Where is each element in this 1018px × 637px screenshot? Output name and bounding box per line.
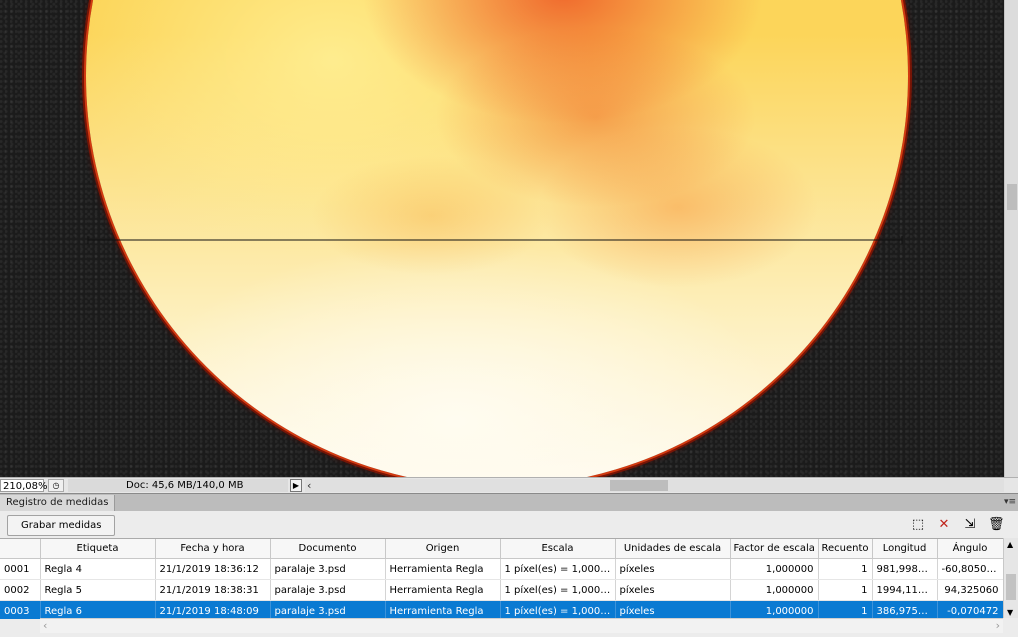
cell-label: Regla 6 bbox=[40, 600, 156, 619]
cell-scale: 1 píxel(es) = 1,0000 pí... bbox=[500, 558, 616, 580]
cell-source: Herramienta Regla bbox=[385, 558, 501, 580]
column-header-count[interactable]: Recuento bbox=[818, 539, 873, 559]
panel-menu-icon[interactable]: ▾≡ bbox=[1004, 497, 1016, 507]
deselect-measurements-icon[interactable]: ✕ bbox=[936, 517, 952, 533]
cell-document: paralaje 3.psd bbox=[270, 558, 386, 580]
cell-factor: 1,000000 bbox=[730, 558, 819, 580]
trash-icon[interactable]: 🗑 bbox=[988, 517, 1005, 533]
cell-angle: -0,070472 bbox=[937, 600, 1003, 619]
status-options-icon[interactable]: ◷ bbox=[48, 479, 64, 492]
column-header-document[interactable]: Documento bbox=[270, 539, 386, 559]
cell-angle: 94,325060 bbox=[937, 579, 1003, 601]
table-vertical-scroll-thumb[interactable] bbox=[1006, 574, 1016, 600]
table-row[interactable]: 0002 Regla 5 21/1/2019 18:38:31 paralaje… bbox=[0, 579, 1003, 601]
document-size-info: Doc: 45,6 MB/140,0 MB bbox=[68, 479, 288, 492]
zoom-level-field[interactable]: 210,08% bbox=[0, 479, 48, 492]
canvas-horizontal-scroll-thumb[interactable] bbox=[610, 480, 668, 491]
cell-datetime: 21/1/2019 18:48:09 bbox=[155, 600, 271, 619]
column-header-id[interactable] bbox=[0, 539, 41, 559]
cell-units: píxeles bbox=[615, 600, 731, 619]
cell-angle: -60,805039 bbox=[937, 558, 1003, 580]
cell-source: Herramienta Regla bbox=[385, 600, 501, 619]
cell-label: Regla 5 bbox=[40, 579, 156, 601]
panel-toolbar: ⬚ ✕ ⇲ 🗑 bbox=[910, 517, 1005, 533]
column-header-units[interactable]: Unidades de escala bbox=[615, 539, 731, 559]
cell-id: 0003 bbox=[0, 600, 41, 619]
cell-datetime: 21/1/2019 18:38:31 bbox=[155, 579, 271, 601]
measurement-table: Etiqueta Fecha y hora Documento Origen E… bbox=[0, 538, 1003, 619]
cell-count: 1 bbox=[818, 558, 873, 580]
ruler-overlay[interactable] bbox=[0, 0, 1004, 477]
cell-scale: 1 píxel(es) = 1,0000 pí... bbox=[500, 579, 616, 601]
column-header-datetime[interactable]: Fecha y hora bbox=[155, 539, 271, 559]
column-header-scale[interactable]: Escala bbox=[500, 539, 616, 559]
cell-source: Herramienta Regla bbox=[385, 579, 501, 601]
scroll-right-icon[interactable]: › bbox=[996, 619, 1000, 632]
cell-label: Regla 4 bbox=[40, 558, 156, 580]
column-header-length[interactable]: Longitud bbox=[872, 539, 938, 559]
cell-factor: 1,000000 bbox=[730, 600, 819, 619]
cell-units: píxeles bbox=[615, 579, 731, 601]
canvas-vertical-scrollbar[interactable] bbox=[1004, 0, 1018, 477]
cell-length: 981,998546 bbox=[872, 558, 938, 580]
cell-units: píxeles bbox=[615, 558, 731, 580]
table-horizontal-scrollbar[interactable]: ‹ › bbox=[40, 618, 1003, 633]
status-bar: 210,08% ◷ Doc: 45,6 MB/140,0 MB ▶ ‹ bbox=[0, 477, 1018, 494]
export-icon[interactable]: ⇲ bbox=[962, 517, 978, 533]
cell-datetime: 21/1/2019 18:36:12 bbox=[155, 558, 271, 580]
scroll-up-icon[interactable]: ▲ bbox=[1007, 540, 1013, 549]
column-header-label[interactable]: Etiqueta bbox=[40, 539, 156, 559]
column-header-angle[interactable]: Ángulo bbox=[937, 539, 1003, 559]
cell-count: 1 bbox=[818, 579, 873, 601]
select-measurements-icon[interactable]: ⬚ bbox=[910, 517, 926, 533]
record-measurements-button[interactable]: Grabar medidas bbox=[7, 515, 116, 536]
image-canvas[interactable] bbox=[0, 0, 1004, 477]
cell-id: 0002 bbox=[0, 579, 41, 601]
cell-length: 1994,117941 bbox=[872, 579, 938, 601]
table-vertical-scrollbar[interactable]: ▲ ▼ bbox=[1003, 538, 1018, 618]
column-header-factor[interactable]: Factor de escala bbox=[730, 539, 819, 559]
canvas-vertical-scroll-thumb[interactable] bbox=[1007, 184, 1017, 210]
cell-factor: 1,000000 bbox=[730, 579, 819, 601]
measurement-log-panel: Registro de medidas ▾≡ Grabar medidas ⬚ … bbox=[0, 493, 1018, 637]
panel-header: Registro de medidas ▾≡ bbox=[0, 494, 1018, 511]
column-header-source[interactable]: Origen bbox=[385, 539, 501, 559]
scroll-down-icon[interactable]: ▼ bbox=[1007, 608, 1013, 617]
table-row[interactable]: 0001 Regla 4 21/1/2019 18:36:12 paralaje… bbox=[0, 558, 1003, 580]
canvas-horizontal-scrollbar[interactable]: ‹ bbox=[305, 479, 1004, 492]
scroll-left-icon[interactable]: ‹ bbox=[307, 479, 311, 492]
cell-scale: 1 píxel(es) = 1,0000 pí... bbox=[500, 600, 616, 619]
cell-document: paralaje 3.psd bbox=[270, 579, 386, 601]
cell-length: 386,975192 bbox=[872, 600, 938, 619]
panel-tab-measurement-log[interactable]: Registro de medidas bbox=[0, 495, 116, 511]
cell-document: paralaje 3.psd bbox=[270, 600, 386, 619]
table-row-selected[interactable]: 0003 Regla 6 21/1/2019 18:48:09 paralaje… bbox=[0, 600, 1003, 619]
scroll-left-icon[interactable]: ‹ bbox=[43, 619, 47, 632]
table-header-row: Etiqueta Fecha y hora Documento Origen E… bbox=[0, 539, 1003, 559]
status-menu-arrow-icon[interactable]: ▶ bbox=[290, 479, 302, 492]
cell-id: 0001 bbox=[0, 558, 41, 580]
cell-count: 1 bbox=[818, 600, 873, 619]
